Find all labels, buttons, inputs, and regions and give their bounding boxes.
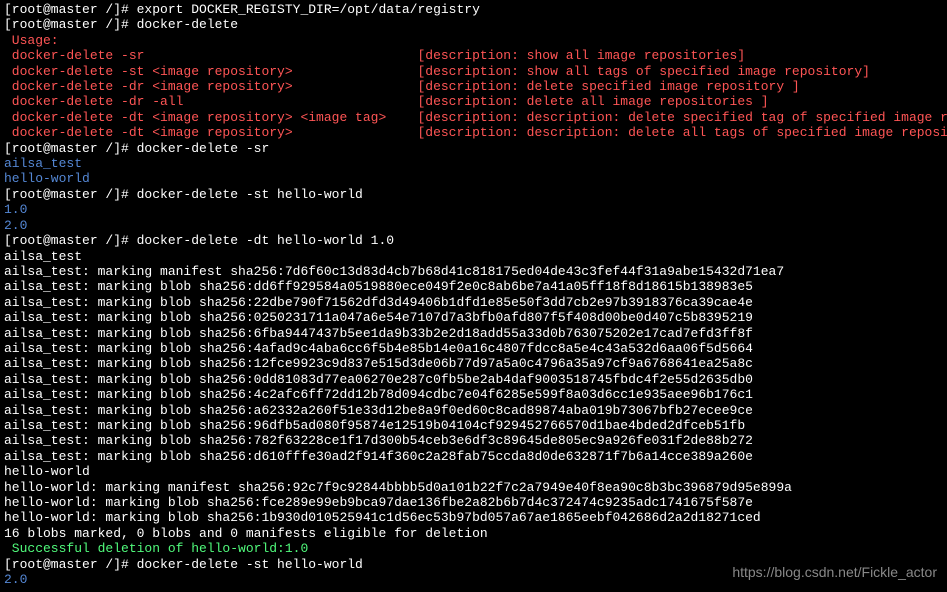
terminal-line: 1.0 — [4, 202, 943, 217]
terminal-line: ailsa_test: marking blob sha256:96dfb5ad… — [4, 418, 943, 433]
terminal-line: [root@master /]# docker-delete -sr — [4, 141, 943, 156]
terminal-output[interactable]: [root@master /]# export DOCKER_REGISTY_D… — [4, 2, 943, 587]
terminal-line: [root@master /]# docker-delete — [4, 17, 943, 32]
terminal-line: Successful deletion of hello-world:1.0 — [4, 541, 943, 556]
terminal-line: ailsa_test: marking blob sha256:a62332a2… — [4, 403, 943, 418]
watermark-text: https://blog.csdn.net/Fickle_actor — [732, 565, 937, 580]
terminal-line: ailsa_test: marking manifest sha256:7d6f… — [4, 264, 943, 279]
terminal-line: 2.0 — [4, 218, 943, 233]
terminal-line: hello-world — [4, 464, 943, 479]
terminal-line: docker-delete -st <image repository> [de… — [4, 64, 943, 79]
terminal-line: ailsa_test — [4, 156, 943, 171]
terminal-line: ailsa_test: marking blob sha256:02502317… — [4, 310, 943, 325]
terminal-line: ailsa_test — [4, 249, 943, 264]
terminal-line: ailsa_test: marking blob sha256:0dd81083… — [4, 372, 943, 387]
terminal-line: ailsa_test: marking blob sha256:4afad9c4… — [4, 341, 943, 356]
terminal-line: docker-delete -sr [description: show all… — [4, 48, 943, 63]
terminal-line: ailsa_test: marking blob sha256:12fce992… — [4, 356, 943, 371]
terminal-line: ailsa_test: marking blob sha256:782f6322… — [4, 433, 943, 448]
terminal-line: [root@master /]# docker-delete -dt hello… — [4, 233, 943, 248]
terminal-line: hello-world: marking blob sha256:1b930d0… — [4, 510, 943, 525]
terminal-line: ailsa_test: marking blob sha256:6fba9447… — [4, 326, 943, 341]
terminal-line: docker-delete -dt <image repository> [de… — [4, 125, 943, 140]
terminal-line: ailsa_test: marking blob sha256:4c2afc6f… — [4, 387, 943, 402]
terminal-line: docker-delete -dr <image repository> [de… — [4, 79, 943, 94]
terminal-line: [root@master /]# export DOCKER_REGISTY_D… — [4, 2, 943, 17]
terminal-line: docker-delete -dt <image repository> <im… — [4, 110, 943, 125]
terminal-line: hello-world: marking manifest sha256:92c… — [4, 480, 943, 495]
terminal-line: ailsa_test: marking blob sha256:dd6ff929… — [4, 279, 943, 294]
terminal-line: 16 blobs marked, 0 blobs and 0 manifests… — [4, 526, 943, 541]
terminal-line: hello-world: marking blob sha256:fce289e… — [4, 495, 943, 510]
terminal-line: hello-world — [4, 171, 943, 186]
terminal-line: Usage: — [4, 33, 943, 48]
terminal-line: ailsa_test: marking blob sha256:d610fffe… — [4, 449, 943, 464]
terminal-line: [root@master /]# docker-delete -st hello… — [4, 187, 943, 202]
terminal-line: ailsa_test: marking blob sha256:22dbe790… — [4, 295, 943, 310]
terminal-line: docker-delete -dr -all [description: del… — [4, 94, 943, 109]
